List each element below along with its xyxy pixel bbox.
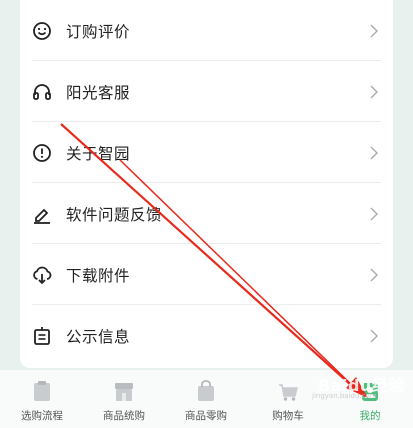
- menu-item-label: 阳光客服: [66, 83, 131, 102]
- info-icon: [31, 142, 53, 164]
- menu-item-customer-service[interactable]: 阳光客服: [20, 61, 393, 122]
- chevron-right-icon: [369, 24, 379, 38]
- cart-icon: [278, 380, 298, 402]
- chevron-right-icon: [369, 146, 379, 160]
- menu-item-order-review[interactable]: 订购评价: [20, 0, 393, 61]
- chevron-right-icon: [369, 207, 379, 221]
- chevron-right-icon: [369, 85, 379, 99]
- chevron-right-icon: [369, 329, 379, 343]
- menu-item-public-notice[interactable]: 公示信息: [20, 305, 393, 366]
- menu-item-label: 关于智园: [66, 144, 131, 163]
- tab-bulk-purchase[interactable]: 商品统购: [84, 370, 164, 428]
- menu-item-download[interactable]: 下载附件: [20, 244, 393, 305]
- notice-icon: [31, 325, 53, 347]
- edit-icon: [31, 203, 53, 225]
- tab-label: 购物车: [272, 410, 304, 422]
- menu-item-label: 订购评价: [66, 22, 131, 41]
- cloud-download-icon: [31, 264, 53, 286]
- bag-icon: [196, 380, 216, 402]
- smile-icon: [31, 20, 53, 42]
- headset-icon: [31, 81, 53, 103]
- chevron-right-icon: [369, 268, 379, 282]
- menu-item-feedback[interactable]: 软件问题反馈: [20, 183, 393, 244]
- menu-item-label: 软件问题反馈: [66, 205, 163, 224]
- menu-item-label: 公示信息: [66, 327, 131, 346]
- menu-item-about[interactable]: 关于智园: [20, 122, 393, 183]
- menu-item-label: 下载附件: [66, 266, 131, 285]
- tab-label: 商品零购: [185, 410, 227, 422]
- store-icon: [114, 380, 134, 402]
- tab-retail-purchase[interactable]: 商品零购: [166, 370, 246, 428]
- tab-purchase-process[interactable]: 选购流程: [2, 370, 82, 428]
- menu-card: 订购评价 阳光客服 关于智园 软件问题反馈 下载附件 公示信息: [20, 0, 393, 368]
- clipboard-icon: [32, 380, 52, 402]
- tab-label: 我的: [359, 410, 381, 422]
- tab-label: 商品统购: [103, 410, 145, 422]
- watermark-url: jingyan.baidu.com: [312, 392, 377, 400]
- tab-label: 选购流程: [21, 410, 63, 422]
